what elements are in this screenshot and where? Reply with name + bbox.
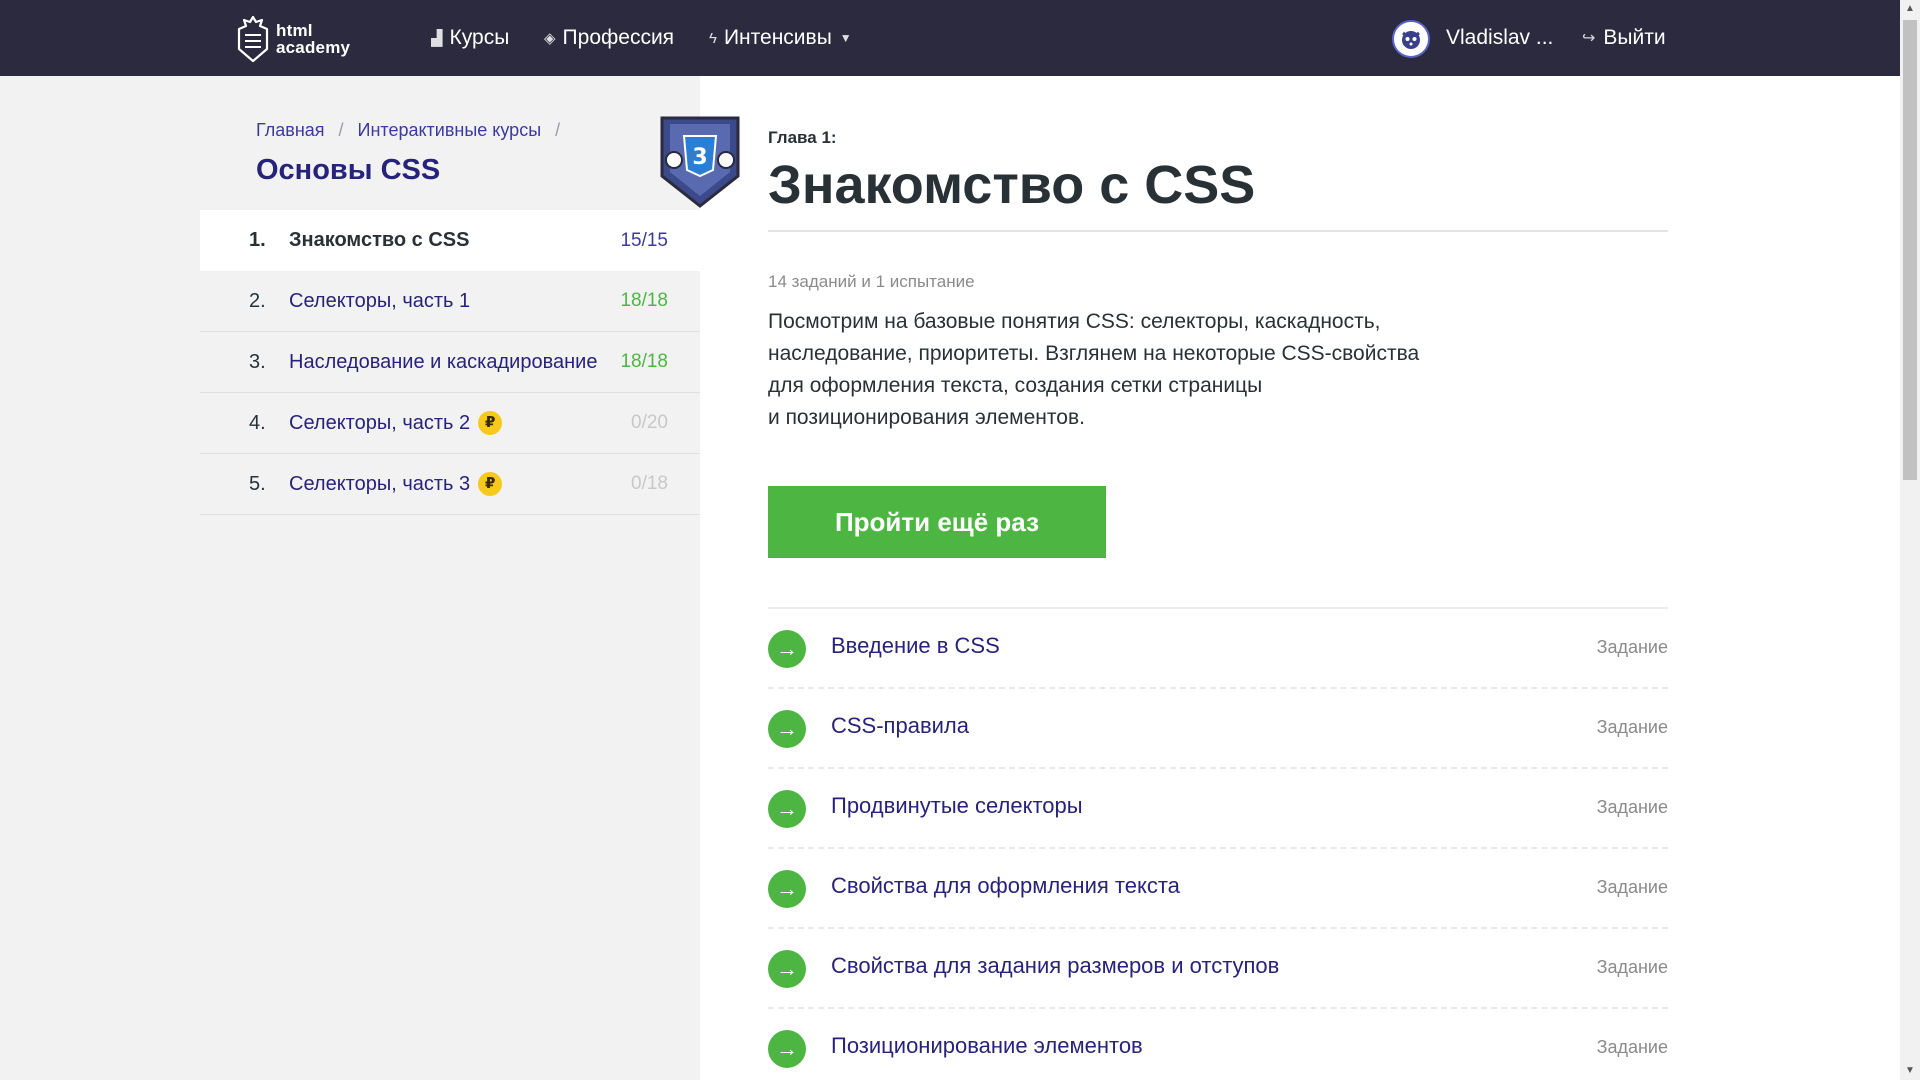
lesson-name[interactable]: Позиционирование элементов [831, 1033, 1143, 1059]
chapter-number: 5. [249, 472, 266, 495]
arrow-right-icon: → [768, 790, 806, 828]
nav-courses-label: Курсы [449, 26, 510, 49]
chapter-item[interactable]: 4. Селекторы, часть 2 ₽ 0/20 [200, 393, 700, 454]
scroll-down-arrow-icon[interactable]: ▼ [1900, 1062, 1920, 1080]
html-academy-logo[interactable]: html academy [236, 15, 350, 63]
lightning-icon: ϟ [709, 29, 717, 47]
lesson-type: Задание [1596, 717, 1668, 737]
logout-icon: ↪ [1582, 30, 1596, 47]
lesson-type: Задание [1596, 797, 1668, 817]
breadcrumb: Главная / Интерактивные курсы / [256, 120, 574, 141]
paid-coin-icon: ₽ [478, 472, 503, 496]
page-title: Знакомство с CSS [768, 155, 1256, 215]
retake-button[interactable]: Пройти ещё раз [768, 486, 1106, 558]
lesson-item[interactable]: → Введение в CSS Задание [768, 609, 1668, 689]
lesson-type: Задание [1596, 877, 1668, 897]
svg-text:3: 3 [692, 145, 707, 170]
chapter-progress: 0/20 [631, 412, 668, 433]
breadcrumb-separator: / [338, 120, 344, 140]
chapter-description: Посмотрим на базовые понятия CSS: селект… [768, 310, 1420, 429]
chapter-progress: 0/18 [631, 473, 668, 494]
chapter-progress: 18/18 [620, 351, 668, 372]
scroll-up-arrow-icon[interactable]: ▲ [1900, 0, 1920, 18]
chapter-number: 1. [249, 229, 266, 251]
page-scrollbar[interactable]: ▲ ▼ [1900, 0, 1920, 1080]
logo-text: html academy [276, 21, 351, 57]
arrow-right-icon: → [768, 870, 806, 908]
nav-intensives[interactable]: ϟ Интенсивы ▼ [709, 0, 852, 76]
logout-button[interactable]: ↪ Выйти [1582, 0, 1666, 76]
lesson-item[interactable]: → Продвинутые селекторы Задание [768, 769, 1668, 849]
chapter-progress: 18/18 [620, 290, 668, 311]
arrow-right-icon: → [768, 710, 806, 748]
chapter-item[interactable]: 5. Селекторы, часть 3 ₽ 0/18 [200, 454, 700, 515]
chapter-number: 4. [249, 411, 266, 434]
chapter-title: Знакомство с CSS [289, 229, 470, 251]
lesson-item[interactable]: → Свойства для задания размеров и отступ… [768, 929, 1668, 1009]
paid-coin-icon: ₽ [478, 411, 503, 435]
breadcrumb-separator: / [555, 120, 561, 140]
chapter-item[interactable]: 2. Селекторы, часть 1 18/18 [200, 271, 700, 332]
lesson-name[interactable]: Введение в CSS [831, 633, 1000, 659]
chapter-label: Глава 1: [768, 128, 837, 147]
scrollbar-thumb[interactable] [1903, 20, 1917, 480]
graduation-cap-icon: ◈ [544, 30, 556, 47]
lesson-name[interactable]: Продвинутые селекторы [831, 793, 1083, 819]
breadcrumb-home[interactable]: Главная [256, 120, 325, 141]
course-title: Основы CSS [256, 154, 441, 186]
lesson-name[interactable]: Свойства для оформления текста [831, 873, 1180, 899]
lesson-name[interactable]: Свойства для задания размеров и отступов [831, 953, 1279, 979]
lesson-type: Задание [1596, 1037, 1668, 1057]
breadcrumb-interactive-courses[interactable]: Интерактивные курсы [358, 120, 542, 141]
arrow-right-icon: → [768, 950, 806, 988]
nav-intensives-label: Интенсивы [723, 26, 832, 49]
chapter-title: Селекторы, часть 2 ₽ [289, 411, 503, 435]
chapter-meta: 14 заданий и 1 испытание [768, 272, 975, 291]
raccoon-avatar-icon [1402, 31, 1420, 49]
lesson-item[interactable]: → Свойства для оформления текста Задание [768, 849, 1668, 929]
logo-shield-icon [237, 15, 269, 63]
bar-chart-icon: ▟ [431, 30, 443, 47]
chapter-item[interactable]: 3. Наследование и каскадирование 18/18 [200, 332, 700, 393]
nav-profession[interactable]: ◈ Профессия [544, 0, 674, 76]
arrow-right-icon: → [768, 1030, 806, 1068]
top-header: html academy ▟ Курсы ◈ Профессия ϟ Интен… [0, 0, 1920, 76]
logout-label: Выйти [1603, 26, 1666, 49]
nav-courses[interactable]: ▟ Курсы [431, 0, 509, 76]
lesson-list: → Введение в CSS Задание → CSS-правила З… [768, 609, 1668, 1080]
avatar[interactable] [1392, 20, 1430, 58]
chapter-title: Селекторы, часть 1 [289, 289, 471, 312]
lesson-name[interactable]: CSS-правила [831, 713, 969, 739]
chapter-number: 2. [249, 289, 266, 312]
divider [768, 230, 1668, 232]
nav-profession-label: Профессия [562, 26, 675, 49]
chapter-list: 1. Знакомство с CSS 15/15 2. Селекторы, … [200, 210, 700, 515]
chapter-number: 3. [249, 350, 266, 373]
lesson-type: Задание [1596, 957, 1668, 977]
arrow-right-icon: → [768, 630, 806, 668]
lesson-item[interactable]: → Позиционирование элементов Задание [768, 1009, 1668, 1080]
chapter-title: Наследование и каскадирование [289, 350, 598, 373]
css-course-badge-icon: 3 [660, 116, 740, 208]
course-sidebar: Главная / Интерактивные курсы / Основы C… [0, 76, 740, 1080]
chevron-down-icon: ▼ [839, 31, 852, 45]
chapter-progress: 15/15 [620, 229, 668, 251]
lesson-type: Задание [1596, 637, 1668, 657]
user-name[interactable]: Vladislav ... [1446, 0, 1553, 76]
chapter-item[interactable]: 1. Знакомство с CSS 15/15 [200, 210, 700, 271]
lesson-item[interactable]: → CSS-правила Задание [768, 689, 1668, 769]
chapter-title: Селекторы, часть 3 ₽ [289, 472, 503, 496]
